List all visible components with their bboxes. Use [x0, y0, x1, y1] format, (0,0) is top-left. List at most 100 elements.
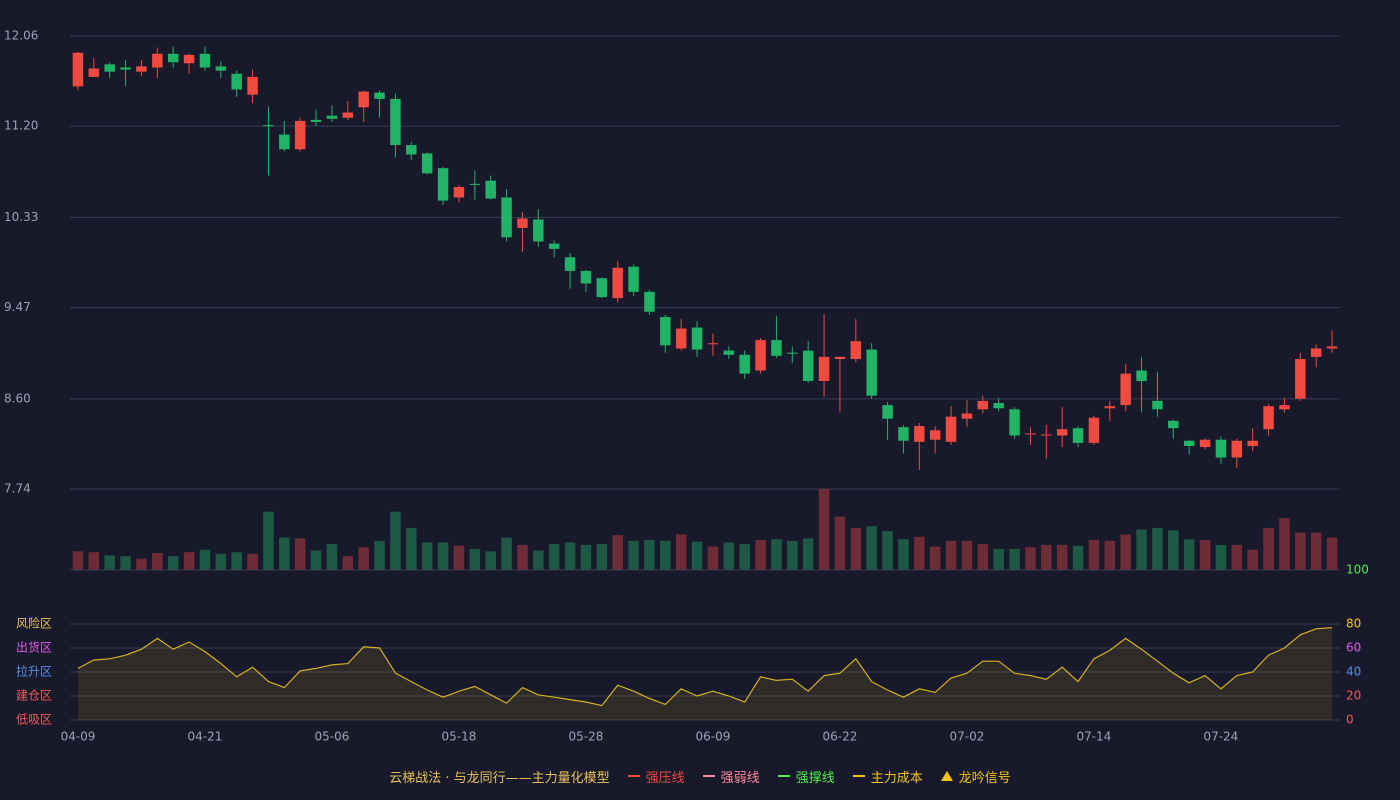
- zone-label: 低吸区: [16, 713, 52, 727]
- candle-body: [1279, 405, 1290, 410]
- candle-body: [469, 183, 481, 185]
- volume-bar: [866, 526, 877, 570]
- volume-bar: [199, 549, 211, 570]
- volume-bar: [818, 489, 830, 570]
- volume-bar: [136, 558, 147, 570]
- price-tick-label: 10.33: [4, 210, 38, 224]
- x-tick-label: 06-22: [822, 730, 857, 744]
- candle-body: [437, 168, 449, 201]
- candle-body: [88, 68, 100, 77]
- volume-bar: [596, 544, 608, 570]
- candle-body: [977, 400, 989, 410]
- candle-body: [406, 145, 417, 155]
- candle-body: [453, 187, 465, 198]
- volume-bar: [802, 538, 814, 570]
- x-tick-label: 07-14: [1076, 730, 1111, 744]
- candle-body: [1168, 420, 1179, 429]
- volume-bar: [453, 545, 465, 570]
- candle-body: [1326, 346, 1338, 349]
- volume-bar: [1009, 548, 1020, 570]
- price-tick-label: 7.74: [4, 482, 31, 496]
- candle-body: [818, 356, 830, 381]
- volume-bar: [263, 511, 274, 570]
- volume-bar: [1247, 549, 1258, 570]
- candle-body: [1120, 373, 1131, 406]
- candle-body: [945, 416, 957, 442]
- volume-bar: [834, 516, 846, 570]
- candle-body: [564, 257, 576, 271]
- volume-bar: [485, 551, 496, 570]
- candle-body: [167, 53, 179, 63]
- candle-body: [1199, 439, 1211, 448]
- legend-item-strength-line[interactable]: 强弱线: [702, 767, 760, 786]
- candle-body: [644, 291, 655, 312]
- candle-body: [1247, 440, 1258, 447]
- candle-body: [326, 115, 338, 119]
- volume-bar: [1025, 547, 1036, 570]
- volume-bar: [437, 542, 449, 570]
- volume-bar: [1104, 540, 1116, 570]
- volume-bar: [929, 546, 941, 570]
- legend-label: 强压线: [645, 770, 685, 786]
- candle-body: [279, 134, 290, 150]
- volume-bar: [1152, 527, 1163, 570]
- candle-body: [802, 350, 814, 381]
- volume-bar: [580, 544, 592, 570]
- candle-body: [787, 352, 798, 354]
- legend-item-support-line[interactable]: 强撑线: [777, 767, 835, 786]
- volume-bar: [660, 540, 671, 570]
- legend-item-strong-pressure[interactable]: 强压线: [627, 767, 685, 786]
- candle-body: [548, 243, 560, 249]
- candle-body: [104, 64, 115, 72]
- zone-label: 建仓区: [16, 689, 52, 703]
- candle-body: [485, 180, 496, 199]
- volume-bar: [1136, 529, 1147, 570]
- candle-body: [961, 413, 973, 419]
- volume-bar: [1326, 537, 1338, 570]
- candle-body: [755, 340, 766, 371]
- volume-bar: [533, 550, 544, 570]
- volume-bar: [469, 548, 481, 570]
- candle-body: [850, 341, 862, 359]
- candle-body: [596, 278, 608, 298]
- indicator-tick-label: 80: [1346, 617, 1361, 631]
- x-tick-label: 05-06: [315, 730, 350, 744]
- candle-body: [612, 267, 623, 299]
- volume-bar: [215, 553, 227, 570]
- volume-bar: [501, 537, 512, 570]
- stock-chart: 12.06 11.20 10.33 9.47 8.60 7.74 100 80 60 40 20 0 风…: [0, 0, 1400, 800]
- price-tick-label: 12.06: [4, 29, 38, 43]
- volume-bar: [977, 544, 989, 570]
- volume-bar: [898, 539, 909, 570]
- volume-bar: [517, 544, 528, 570]
- volume-bar: [390, 511, 401, 570]
- x-tick-label: 07-24: [1203, 730, 1238, 744]
- legend-label: 强撑线: [795, 770, 835, 786]
- candle-body: [215, 66, 227, 71]
- x-tick-label: 05-18: [442, 730, 477, 744]
- legend-item-dragon-signal[interactable]: 龙吟信号: [940, 767, 1011, 786]
- volume-bar: [167, 556, 179, 570]
- candle-body: [421, 153, 433, 174]
- candle-body: [993, 403, 1004, 409]
- indicator-tick-label: 100: [1346, 563, 1369, 577]
- candle-body: [580, 270, 592, 284]
- candle-body: [1215, 439, 1227, 458]
- candle-body: [660, 317, 671, 346]
- candle-body: [1183, 440, 1195, 447]
- volume-bar: [914, 536, 925, 570]
- candle-body: [263, 125, 274, 127]
- volume-bar: [691, 541, 703, 570]
- candle-body: [675, 328, 687, 349]
- legend-item-main-cost[interactable]: 主力成本: [852, 767, 923, 786]
- volume-bar: [1041, 544, 1052, 570]
- candle-body: [247, 76, 258, 95]
- candle-body: [358, 91, 369, 108]
- x-tick-label: 04-21: [188, 730, 223, 744]
- volume-bar: [1183, 539, 1195, 570]
- candle-body: [183, 54, 195, 64]
- legend-title: 云梯战法 · 与龙同行——主力量化模型: [389, 770, 610, 786]
- volume-bar: [850, 527, 862, 570]
- indicator-tick-label: 0: [1346, 713, 1354, 727]
- zone-label: 出货区: [16, 640, 52, 655]
